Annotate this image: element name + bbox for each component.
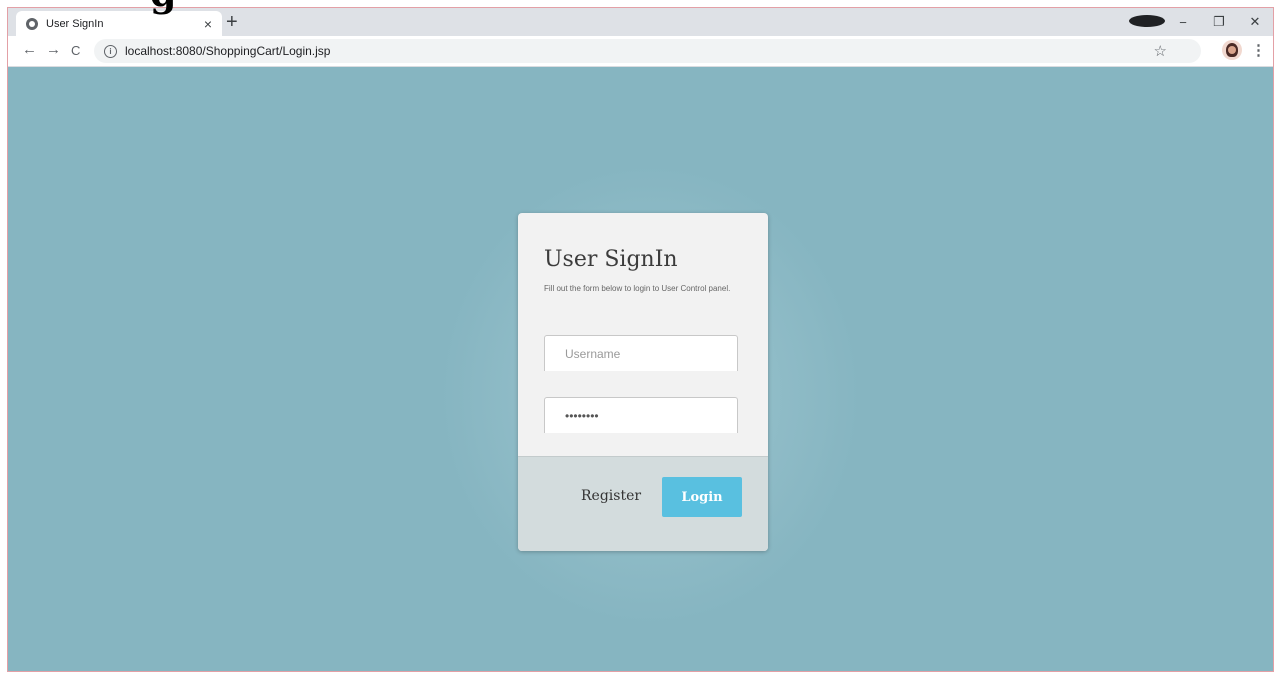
password-input[interactable] [544, 397, 738, 433]
login-button[interactable]: Login [662, 477, 742, 517]
reload-button[interactable]: C [71, 43, 80, 58]
new-tab-button[interactable]: + [226, 11, 238, 33]
forward-button[interactable]: → [46, 41, 61, 58]
login-card: User SignIn Fill out the form below to l… [518, 213, 768, 551]
info-icon[interactable]: i [104, 44, 117, 58]
recording-indicator[interactable] [1129, 14, 1165, 30]
window-controls: − ❐ ✕ [1129, 8, 1273, 36]
browser-window: User SignIn × + − ❐ ✕ ← → C i localhost:… [7, 7, 1274, 672]
form-instructions: Fill out the form below to login to User… [544, 284, 731, 293]
globe-icon [26, 17, 38, 30]
restore-button[interactable]: ❐ [1201, 14, 1237, 30]
page-title: User SignIn [544, 247, 678, 272]
bookmark-star-icon[interactable]: ☆ [1154, 42, 1167, 60]
page-content: User SignIn Fill out the form below to l… [8, 67, 1273, 671]
tab-user-signin[interactable]: User SignIn × [16, 11, 222, 36]
close-window-button[interactable]: ✕ [1237, 14, 1273, 30]
username-input[interactable] [544, 335, 738, 371]
address-bar[interactable]: i localhost:8080/ShoppingCart/Login.jsp … [94, 39, 1201, 63]
browser-toolbar: ← → C i localhost:8080/ShoppingCart/Logi… [8, 36, 1273, 67]
menu-icon[interactable]: ⋮ [1251, 41, 1266, 59]
url-text: localhost:8080/ShoppingCart/Login.jsp [125, 44, 331, 58]
page-heading-fragment: g [150, 0, 177, 12]
tab-close-icon[interactable]: × [204, 16, 212, 32]
register-link[interactable]: Register [581, 488, 641, 504]
card-footer: Register Login [518, 456, 768, 551]
tab-title: User SignIn [46, 17, 104, 30]
minimize-button[interactable]: − [1165, 15, 1201, 30]
record-icon [1129, 14, 1165, 27]
tab-strip: User SignIn × + − ❐ ✕ [8, 8, 1273, 36]
back-button[interactable]: ← [22, 41, 37, 58]
profile-avatar[interactable] [1222, 40, 1242, 60]
